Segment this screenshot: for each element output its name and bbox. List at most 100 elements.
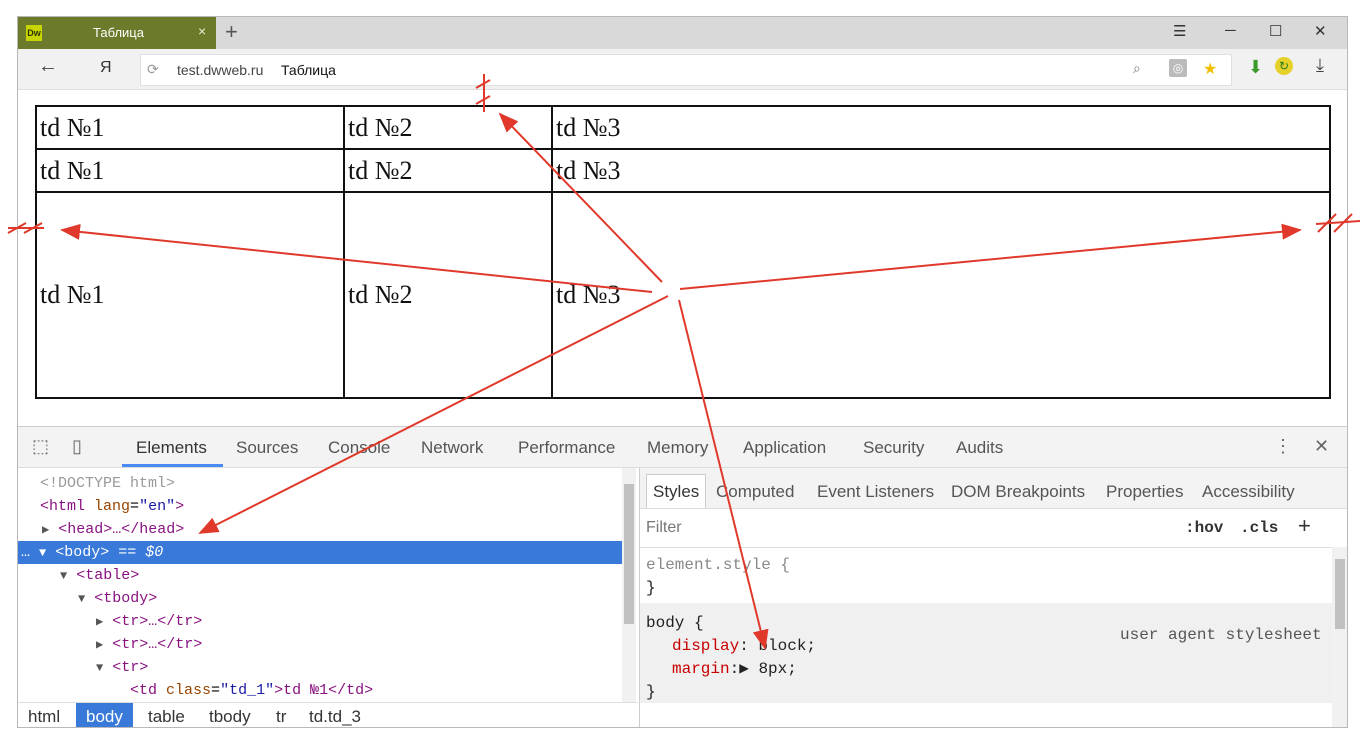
- more-options-icon[interactable]: ⋮: [1274, 436, 1292, 457]
- dom-tr-tag: <tr>…</tr>: [112, 613, 203, 630]
- browser-window: Dw Таблица × + ☰ ─ ☐ ✕ ← Я ⟳ test.dwweb.…: [17, 16, 1348, 728]
- filter-input[interactable]: Filter: [646, 519, 682, 537]
- device-toolbar-icon[interactable]: ▯: [72, 436, 82, 457]
- dom-line[interactable]: ▶ <tr>…</tr>: [18, 610, 622, 633]
- new-style-rule-button[interactable]: +: [1298, 513, 1311, 539]
- dom-selected-marker: == $0: [109, 544, 164, 561]
- extension-icon[interactable]: ◎: [1169, 59, 1187, 77]
- url-page-title: Таблица: [281, 62, 336, 78]
- tab-close-icon[interactable]: ×: [198, 23, 206, 39]
- breadcrumb: html body table tbody tr td.td_3: [18, 702, 638, 727]
- table-row: td №1 td №2 td №3: [35, 105, 1331, 150]
- dreamweaver-favicon-icon: Dw: [26, 25, 42, 41]
- savefrom-extension-icon[interactable]: ↻: [1275, 57, 1293, 75]
- tab-application[interactable]: Application: [743, 438, 826, 458]
- dom-line[interactable]: ▶ <tr>…</tr>: [18, 633, 622, 656]
- table-cell: td №1: [35, 105, 345, 150]
- tab-memory[interactable]: Memory: [647, 438, 708, 458]
- css-value: : block;: [739, 637, 817, 655]
- breadcrumb-body[interactable]: body: [76, 703, 133, 727]
- tab-sources[interactable]: Sources: [236, 438, 298, 458]
- breadcrumb-html[interactable]: html: [18, 703, 70, 727]
- expand-triangle-icon[interactable]: ▶: [42, 523, 49, 537]
- dom-td-tag: <td: [130, 682, 158, 699]
- dom-line[interactable]: <!DOCTYPE html>: [18, 472, 622, 495]
- menu-icon[interactable]: ☰: [1173, 22, 1186, 40]
- maximize-icon[interactable]: ☐: [1269, 22, 1282, 40]
- scrollbar-thumb[interactable]: [624, 484, 634, 624]
- dom-line-selected[interactable]: … ▼ <body> == $0: [18, 541, 622, 564]
- close-devtools-icon[interactable]: ✕: [1314, 436, 1329, 457]
- table-cell: td №3: [551, 191, 1331, 399]
- table-cell: td №2: [343, 191, 553, 399]
- styles-filter[interactable]: Filter :hov .cls +: [640, 509, 1347, 548]
- collapse-triangle-icon[interactable]: ▼: [96, 661, 103, 675]
- dom-tbody-tag: <tbody>: [94, 590, 158, 607]
- back-arrow-icon[interactable]: ←: [38, 55, 58, 78]
- tab-title: Таблица: [93, 25, 144, 40]
- table-cell: td №1: [35, 191, 345, 399]
- table-cell: td №2: [343, 148, 553, 193]
- browser-tab[interactable]: Dw Таблица ×: [18, 17, 216, 49]
- dom-doctype: <!DOCTYPE html>: [40, 475, 176, 492]
- bookmark-star-icon[interactable]: ★: [1203, 59, 1217, 79]
- tab-network[interactable]: Network: [421, 438, 483, 458]
- css-declaration[interactable]: margin:▶ 8px;: [672, 658, 797, 681]
- scrollbar-thumb[interactable]: [1335, 559, 1345, 629]
- url-field[interactable]: ⟳ test.dwweb.ru Таблица ⌕ ◎ ★: [140, 54, 1232, 86]
- cls-button[interactable]: .cls: [1240, 519, 1278, 537]
- tab-dom-breakpoints[interactable]: DOM Breakpoints: [951, 482, 1085, 502]
- dom-line[interactable]: ▼ <tr>: [18, 656, 622, 679]
- styles-scrollbar[interactable]: [1332, 547, 1347, 727]
- tab-elements[interactable]: Elements: [136, 438, 207, 458]
- dom-line[interactable]: ▼ <tbody>: [18, 587, 622, 610]
- styles-tab-bar: Styles Computed Event Listeners DOM Brea…: [640, 468, 1347, 509]
- collapse-triangle-icon[interactable]: ▼: [39, 546, 46, 560]
- tab-audits[interactable]: Audits: [956, 438, 1003, 458]
- dom-head-tag: <head>…</head>: [58, 521, 185, 538]
- tab-computed[interactable]: Computed: [716, 482, 794, 502]
- breadcrumb-table[interactable]: table: [138, 703, 195, 727]
- tab-performance[interactable]: Performance: [518, 438, 615, 458]
- body-rule-selector: body {: [646, 614, 704, 632]
- breadcrumb-tbody[interactable]: tbody: [199, 703, 261, 727]
- collapse-triangle-icon[interactable]: ▼: [60, 569, 67, 583]
- dom-table-tag: <table>: [76, 567, 140, 584]
- tab-properties[interactable]: Properties: [1106, 482, 1183, 502]
- breadcrumb-tr[interactable]: tr: [266, 703, 296, 727]
- dom-scrollbar[interactable]: [622, 468, 636, 702]
- zoom-icon[interactable]: ⌕: [1133, 60, 1141, 77]
- dom-tree[interactable]: <!DOCTYPE html> <html lang="en"> ▶ <head…: [18, 468, 638, 702]
- tab-accessibility[interactable]: Accessibility: [1202, 482, 1295, 502]
- reload-icon[interactable]: ⟳: [147, 61, 159, 78]
- new-tab-button[interactable]: +: [225, 19, 238, 45]
- page-viewport: td №1 td №2 td №3 td №1 td №2 td №3 td №…: [18, 90, 1347, 426]
- tab-console[interactable]: Console: [328, 438, 390, 458]
- table-cell: td №1: [35, 148, 345, 193]
- breadcrumb-td[interactable]: td.td_3: [299, 703, 371, 727]
- dom-ellipsis-icon[interactable]: …: [21, 544, 30, 561]
- downloads-icon[interactable]: ⤓: [1316, 55, 1324, 76]
- dom-line[interactable]: <html lang="en">: [18, 495, 622, 518]
- dom-line[interactable]: ▼ <table>: [18, 564, 622, 587]
- dom-line[interactable]: <td class="td_1">td №1</td>: [18, 679, 622, 702]
- collapse-triangle-icon[interactable]: ▼: [78, 592, 85, 606]
- dom-tr-tag: <tr>…</tr>: [112, 636, 203, 653]
- minimize-icon[interactable]: ─: [1225, 22, 1236, 39]
- table-row: td №1 td №2 td №3: [35, 191, 1331, 399]
- close-window-icon[interactable]: ✕: [1314, 22, 1327, 40]
- ua-stylesheet-label[interactable]: user agent stylesheet: [1120, 626, 1322, 644]
- dom-line[interactable]: ▶ <head>…</head>: [18, 518, 622, 541]
- demo-table: td №1 td №2 td №3 td №1 td №2 td №3 td №…: [35, 105, 1331, 399]
- css-declaration[interactable]: display: block;: [672, 635, 816, 658]
- title-bar: Dw Таблица × + ☰ ─ ☐ ✕: [18, 17, 1347, 49]
- inspect-element-icon[interactable]: ⬚: [32, 436, 49, 457]
- download-extension-icon[interactable]: ⬇: [1248, 57, 1263, 78]
- expand-triangle-icon[interactable]: ▶: [96, 615, 103, 629]
- tab-security[interactable]: Security: [863, 438, 924, 458]
- hov-button[interactable]: :hov: [1185, 519, 1223, 537]
- tab-styles[interactable]: Styles: [646, 474, 707, 508]
- expand-triangle-icon[interactable]: ▶: [96, 638, 103, 652]
- yandex-button[interactable]: Я: [100, 59, 112, 77]
- tab-event-listeners[interactable]: Event Listeners: [817, 482, 934, 502]
